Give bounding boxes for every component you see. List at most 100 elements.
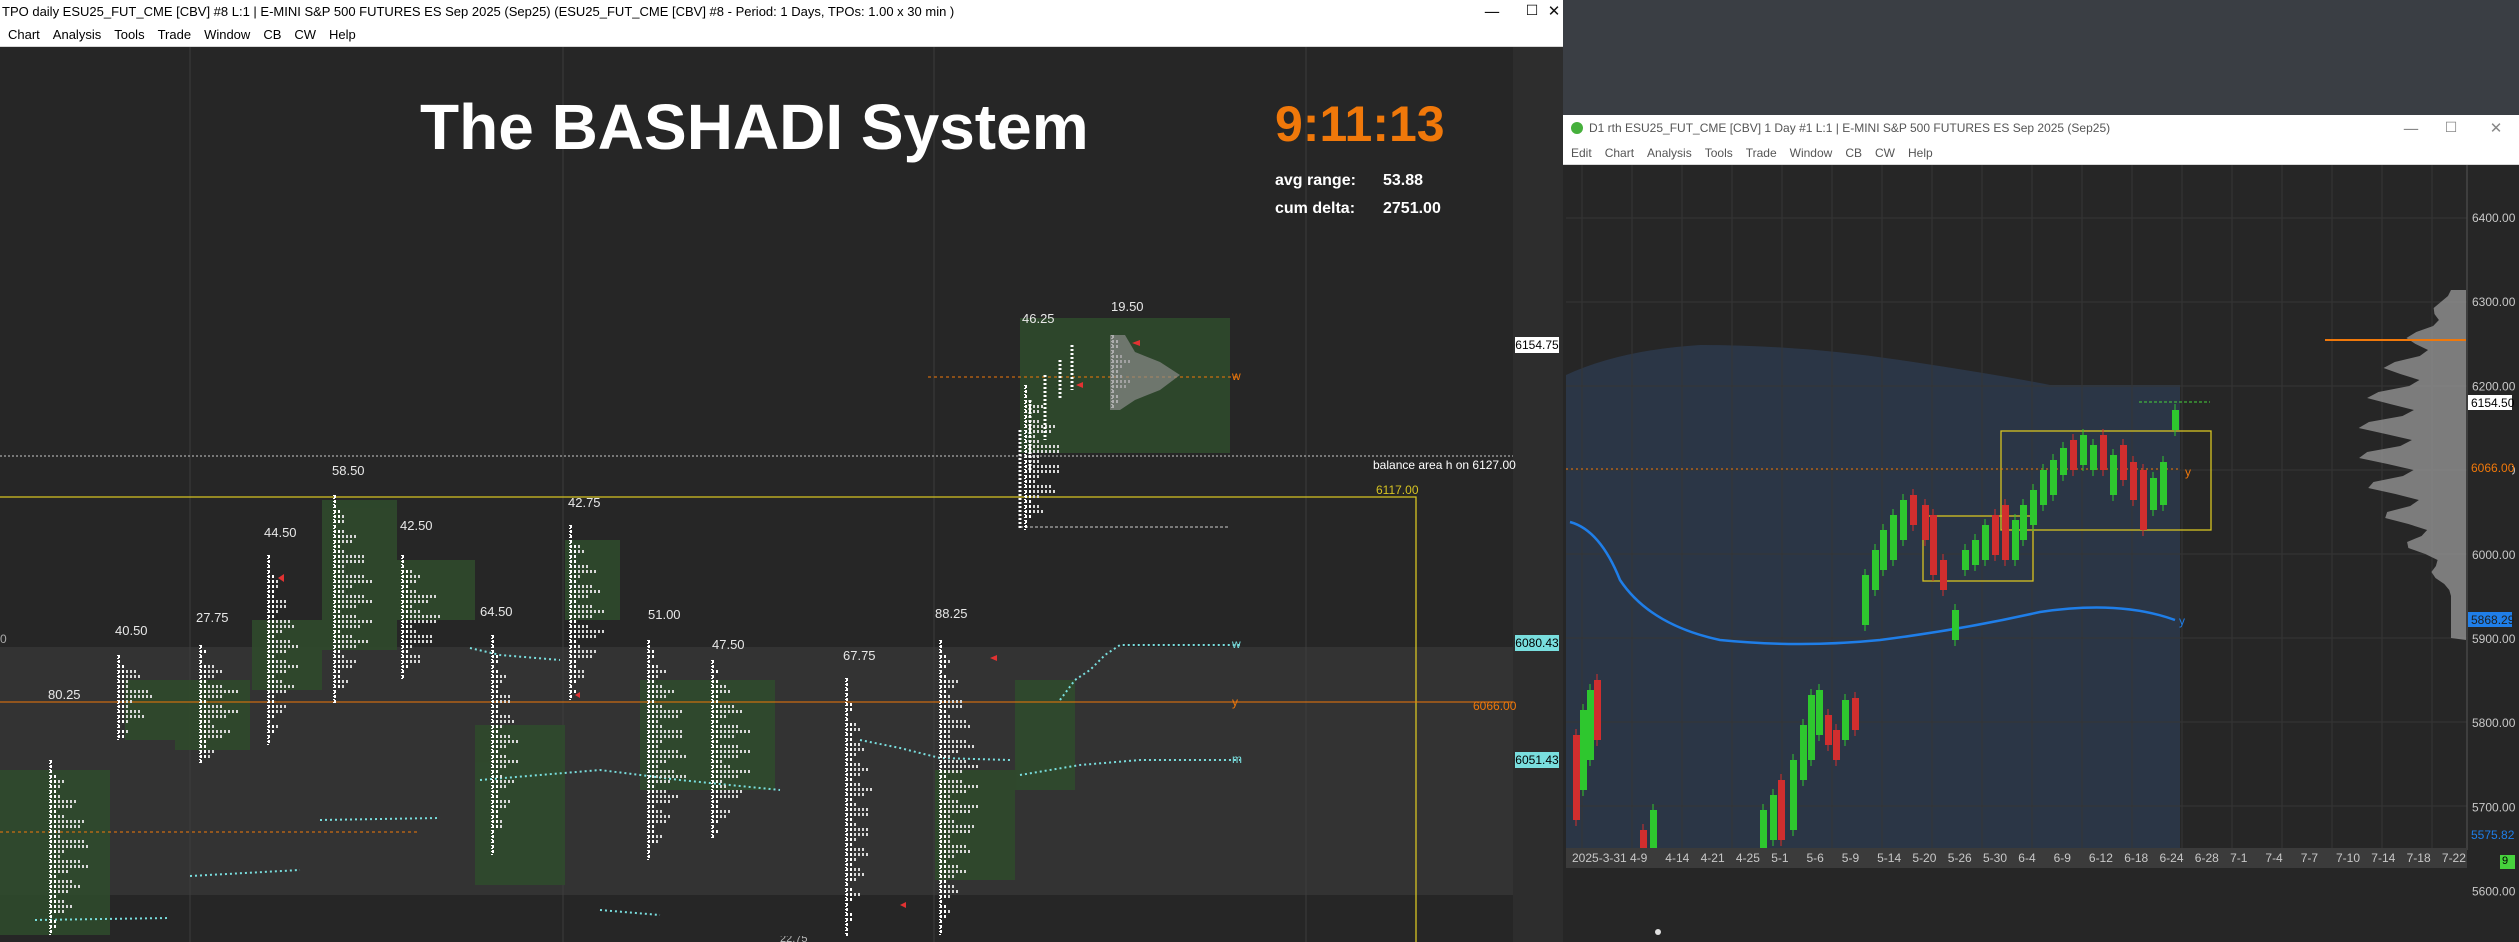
x-axis-tick: 5-26 [1948, 851, 1972, 865]
range-label: 19.50 [1111, 299, 1144, 314]
balance-area-label: balance area h on 6127.00 [1373, 458, 1516, 472]
x-axis-tick: 6-28 [2195, 851, 2219, 865]
right-maximize-button[interactable]: ☐ [2428, 115, 2474, 142]
menu-tools[interactable]: Tools [114, 27, 144, 42]
line-letter: m [1232, 752, 1242, 766]
x-axis-tick: 6-24 [2160, 851, 2184, 865]
edge-label: 0 [0, 632, 7, 646]
y-axis-tick: 6400.00 [2472, 211, 2516, 225]
x-axis-tick: 6-12 [2089, 851, 2113, 865]
background-desktop: D1 rth ESU25_FUT_CME [CBV] 1 Day #1 L:1 … [1563, 0, 2519, 942]
right-menubar: Edit Chart Analysis Tools Trade Window CB CW Hel… [1563, 142, 2519, 165]
x-axis-tick: 4-25 [1736, 851, 1760, 865]
menu-edit[interactable]: Edit [1571, 146, 1592, 160]
y-axis-tick: 5600.00 [2472, 885, 2516, 899]
menu-cb[interactable]: CB [1845, 146, 1862, 160]
x-axis-tick: 4-9 [1630, 851, 1648, 865]
x-axis-tick: 7-18 [2407, 851, 2431, 865]
price-tag-cyan: 6080.43 [1515, 635, 1559, 651]
left-window-title: TPO daily ESU25_FUT_CME [CBV] #8 L:1 | E… [2, 4, 955, 19]
x-axis-tick: 7-10 [2336, 851, 2360, 865]
right-close-button[interactable]: ✕ [2473, 115, 2519, 142]
menu-window[interactable]: Window [204, 27, 250, 42]
line-letter: y [2185, 465, 2191, 479]
right-window-title: D1 rth ESU25_FUT_CME [CBV] 1 Day #1 L:1 … [1589, 121, 2111, 135]
menu-cw[interactable]: CW [294, 27, 316, 42]
x-axis-tick: 5-6 [1807, 851, 1825, 865]
menu-trade[interactable]: Trade [158, 27, 191, 42]
app-icon [1571, 122, 1583, 134]
range-label: 47.50 [712, 637, 745, 652]
menu-cw[interactable]: CW [1875, 146, 1895, 160]
line-letter: w [1232, 369, 1241, 383]
price-tag: 5575.82 [2471, 828, 2515, 842]
cum-delta-label: cum delta: [1275, 200, 1356, 217]
price-tag-cyan: 6051.43 [1515, 752, 1559, 768]
x-axis-tick: 7-4 [2265, 851, 2283, 865]
menu-trade[interactable]: Trade [1746, 146, 1777, 160]
x-axis-tick: 7-1 [2230, 851, 2248, 865]
menu-help[interactable]: Help [329, 27, 356, 42]
price-tag: 6066.00 [2471, 461, 2515, 475]
corner-badge: 9 [2502, 855, 2509, 867]
x-axis-tick: 6-4 [2018, 851, 2036, 865]
x-axis-tick: 5-9 [1842, 851, 1860, 865]
range-label: 88.25 [935, 606, 968, 621]
range-label: 44.50 [264, 525, 297, 540]
left-menubar: Chart Analysis Tools Trade Window CB CW Help [0, 23, 1563, 47]
y-axis-tick: 5800.00 [2472, 716, 2516, 730]
level-6066-label: 6066.00 [1473, 699, 1517, 713]
menu-analysis[interactable]: Analysis [53, 27, 101, 42]
menu-analysis[interactable]: Analysis [1647, 146, 1692, 160]
range-label: 46.25 [1022, 311, 1055, 326]
x-axis-tick: 4-21 [1701, 851, 1725, 865]
menu-chart[interactable]: Chart [1605, 146, 1634, 160]
left-window-titlebar[interactable]: TPO daily ESU25_FUT_CME [CBV] #8 L:1 | E… [0, 0, 1563, 23]
range-label: 67.75 [843, 648, 876, 663]
right-window-titlebar[interactable]: D1 rth ESU25_FUT_CME [CBV] 1 Day #1 L:1 … [1563, 115, 2519, 142]
avg-range-value: 53.88 [1383, 172, 1424, 189]
cum-delta-value: 2751.00 [1383, 200, 1441, 217]
level-6117-label: 6117.00 [1376, 483, 1419, 497]
x-axis-tick: 5-1 [1771, 851, 1789, 865]
cursor-dot [1655, 929, 1661, 935]
menu-tools[interactable]: Tools [1705, 146, 1733, 160]
x-axis-tick: 2025-3-31 [1572, 851, 1627, 865]
x-axis-tick: 6-9 [2054, 851, 2072, 865]
menu-chart[interactable]: Chart [8, 27, 40, 42]
range-label: 80.25 [48, 687, 81, 702]
x-axis-tick: 7-7 [2301, 851, 2319, 865]
x-axis-tick: 7-22 [2442, 851, 2466, 865]
x-axis-tick: 5-14 [1877, 851, 1901, 865]
y-axis-tick: 5900.00 [2472, 632, 2516, 646]
price-tag: 5868.29 [2471, 613, 2515, 627]
y-axis-tick: 5700.00 [2472, 800, 2516, 814]
headline: The BASHADI System [420, 91, 1089, 163]
line-letter: y [1232, 695, 1238, 709]
range-label-cut: 22.75 [780, 936, 808, 942]
range-label: 42.50 [400, 518, 433, 533]
d1-chart-area[interactable]: 2025-3-31 4-9 4-14 4-21 4-25 5-1 5-6 5-9 5-14 5-2… [1563, 165, 2519, 942]
y-axis-tick: 6000.00 [2472, 548, 2516, 562]
range-label: 27.75 [196, 610, 229, 625]
x-axis-tick: 5-30 [1983, 851, 2007, 865]
menu-cb[interactable]: CB [263, 27, 281, 42]
y-axis-tick: 6200.00 [2472, 379, 2516, 393]
x-axis-tick: 5-20 [1912, 851, 1936, 865]
range-label: 58.50 [332, 463, 365, 478]
x-axis-tick: 7-14 [2371, 851, 2395, 865]
price-tag: 6154.50 [2471, 396, 2515, 410]
avg-range-label: avg range: [1275, 172, 1356, 189]
x-axis-tick: 6-18 [2124, 851, 2148, 865]
y-axis-tick: 6300.00 [2472, 295, 2516, 309]
menu-help[interactable]: Help [1908, 146, 1933, 160]
range-label: 64.50 [480, 604, 513, 619]
x-axis-tick: 4-14 [1665, 851, 1689, 865]
clock: 9:11:13 [1275, 96, 1445, 152]
menu-window[interactable]: Window [1790, 146, 1833, 160]
range-label: 51.00 [648, 607, 681, 622]
price-tag-last: 6154.75 [1515, 337, 1559, 353]
line-letter: y [2179, 614, 2185, 628]
range-label: 42.75 [568, 495, 601, 510]
range-label: 40.50 [115, 623, 148, 638]
